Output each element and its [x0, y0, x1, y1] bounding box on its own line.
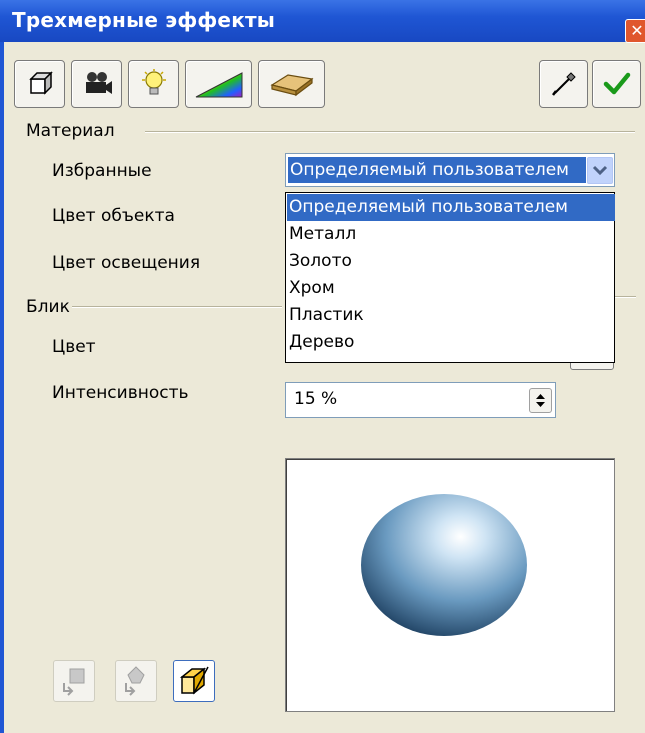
window-left-border	[0, 42, 4, 733]
intensity-spinbox[interactable]: 15 %	[285, 382, 556, 418]
convert-to-3d-button[interactable]	[53, 660, 95, 702]
textures-button[interactable]	[185, 60, 252, 108]
geometry-icon	[28, 71, 53, 95]
favorites-select[interactable]: Определяемый пользователем	[285, 153, 615, 187]
textures-gradient-icon	[195, 72, 242, 98]
convert-to-rotation-icon	[125, 666, 145, 696]
list-item[interactable]: Металл	[287, 221, 615, 248]
close-button[interactable]: ✕	[625, 19, 645, 43]
favorites-selected-value: Определяемый пользователем	[288, 157, 586, 183]
material-bar-icon	[269, 74, 313, 97]
favorites-label: Избранные	[52, 161, 152, 181]
apply-checkmark-icon	[603, 72, 630, 95]
perspective-button[interactable]	[173, 660, 215, 702]
intensity-value: 15 %	[294, 389, 338, 409]
perspective-icon	[179, 666, 209, 695]
geometry-button[interactable]	[14, 60, 65, 108]
3d-effects-window: Трехмерные эффекты ✕ Материал Избранные …	[0, 0, 645, 733]
preview-area	[285, 458, 615, 712]
pipette-button[interactable]	[539, 60, 588, 108]
material-section-label: Материал	[26, 121, 115, 141]
list-item[interactable]: Дерево	[287, 329, 615, 356]
object-color-label: Цвет объекта	[52, 206, 175, 226]
list-item[interactable]: Определяемый пользователем	[287, 194, 615, 221]
specular-color-label: Цвет	[52, 337, 96, 357]
shading-button[interactable]	[71, 60, 122, 108]
spin-arrows-icon[interactable]	[529, 388, 552, 413]
list-item[interactable]: Золото	[287, 248, 615, 275]
shading-camera-icon	[85, 72, 112, 94]
specular-separator	[72, 306, 282, 308]
specular-separator-right	[614, 296, 636, 298]
list-item[interactable]: Пластик	[287, 302, 615, 329]
convert-to-rotation-button[interactable]	[115, 660, 157, 702]
intensity-label: Интенсивность	[52, 383, 189, 403]
illumination-button[interactable]	[128, 60, 179, 108]
illumination-color-label: Цвет освещения	[52, 253, 201, 273]
specular-section-label: Блик	[26, 297, 70, 317]
title-bar[interactable]: Трехмерные эффекты ✕	[0, 0, 645, 43]
apply-button[interactable]	[592, 60, 641, 108]
pipette-icon	[551, 72, 576, 96]
favorites-dropdown-list: Определяемый пользователем Металл Золото…	[285, 192, 615, 363]
window-title: Трехмерные эффекты	[12, 8, 276, 32]
material-separator	[145, 131, 635, 133]
material-button[interactable]	[258, 60, 325, 108]
convert-to-3d-icon	[63, 668, 85, 696]
sphere-preview	[361, 494, 527, 636]
close-icon: ✕	[630, 21, 644, 40]
chevron-down-icon[interactable]	[587, 157, 613, 184]
list-item[interactable]: Хром	[287, 275, 615, 302]
illumination-bulb-icon	[141, 69, 166, 95]
